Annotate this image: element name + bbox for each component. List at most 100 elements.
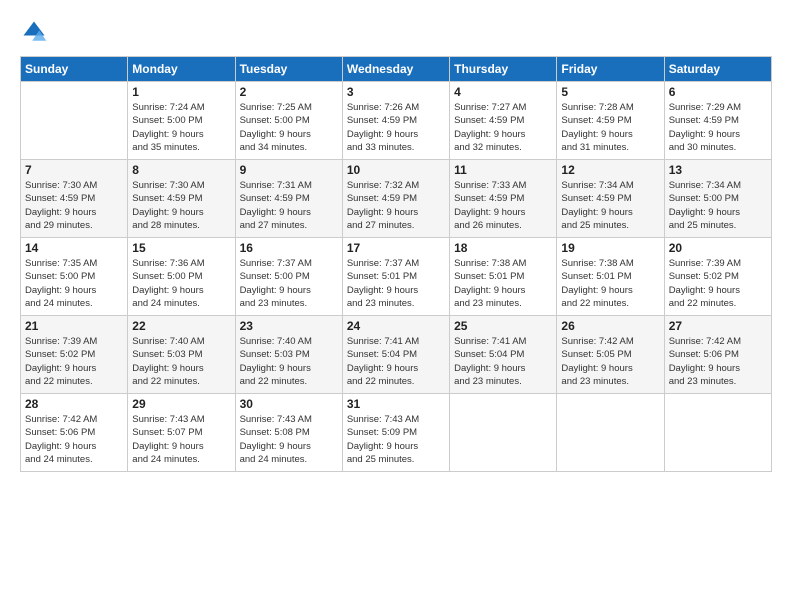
- cell-content: Sunrise: 7:37 AMSunset: 5:01 PMDaylight:…: [347, 257, 445, 310]
- calendar-cell: 21 Sunrise: 7:39 AMSunset: 5:02 PMDayligh…: [21, 316, 128, 394]
- cell-content: Sunrise: 7:39 AMSunset: 5:02 PMDaylight:…: [669, 257, 767, 310]
- logo: [20, 18, 52, 46]
- day-number: 5: [561, 85, 659, 99]
- calendar-cell: 1 Sunrise: 7:24 AMSunset: 5:00 PMDaylight…: [128, 82, 235, 160]
- day-number: 19: [561, 241, 659, 255]
- calendar-cell: 26 Sunrise: 7:42 AMSunset: 5:05 PMDayligh…: [557, 316, 664, 394]
- day-number: 14: [25, 241, 123, 255]
- calendar-cell: 7Sunrise: 7:30 AMSunset: 4:59 PMDaylight…: [21, 160, 128, 238]
- calendar-cell: 14 Sunrise: 7:35 AMSunset: 5:00 PMDayligh…: [21, 238, 128, 316]
- day-number: 29: [132, 397, 230, 411]
- calendar-cell: 6 Sunrise: 7:29 AMSunset: 4:59 PMDaylight…: [664, 82, 771, 160]
- calendar-cell: 27 Sunrise: 7:42 AMSunset: 5:06 PMDayligh…: [664, 316, 771, 394]
- calendar-cell: 30 Sunrise: 7:43 AMSunset: 5:08 PMDayligh…: [235, 394, 342, 472]
- calendar-cell: 28 Sunrise: 7:42 AMSunset: 5:06 PMDayligh…: [21, 394, 128, 472]
- day-number: 17: [347, 241, 445, 255]
- day-number: 4: [454, 85, 552, 99]
- week-row-1: 1 Sunrise: 7:24 AMSunset: 5:00 PMDaylight…: [21, 82, 772, 160]
- cell-content: Sunrise: 7:41 AMSunset: 5:04 PMDaylight:…: [454, 335, 552, 388]
- day-number: 6: [669, 85, 767, 99]
- cell-content: Sunrise: 7:41 AMSunset: 5:04 PMDaylight:…: [347, 335, 445, 388]
- cell-content: Sunrise: 7:42 AMSunset: 5:06 PMDaylight:…: [669, 335, 767, 388]
- day-number: 30: [240, 397, 338, 411]
- cell-content: Sunrise: 7:37 AMSunset: 5:00 PMDaylight:…: [240, 257, 338, 310]
- cell-content: Sunrise: 7:43 AMSunset: 5:09 PMDaylight:…: [347, 413, 445, 466]
- cell-content: Sunrise: 7:32 AMSunset: 4:59 PMDaylight:…: [347, 179, 445, 232]
- day-number: 13: [669, 163, 767, 177]
- cell-content: Sunrise: 7:26 AMSunset: 4:59 PMDaylight:…: [347, 101, 445, 154]
- week-row-4: 21 Sunrise: 7:39 AMSunset: 5:02 PMDayligh…: [21, 316, 772, 394]
- cell-content: Sunrise: 7:27 AMSunset: 4:59 PMDaylight:…: [454, 101, 552, 154]
- calendar-cell: [450, 394, 557, 472]
- day-number: 31: [347, 397, 445, 411]
- logo-icon: [20, 18, 48, 46]
- day-number: 1: [132, 85, 230, 99]
- cell-content: Sunrise: 7:35 AMSunset: 5:00 PMDaylight:…: [25, 257, 123, 310]
- column-header-sunday: Sunday: [21, 57, 128, 82]
- calendar-cell: 19 Sunrise: 7:38 AMSunset: 5:01 PMDayligh…: [557, 238, 664, 316]
- day-number: 9: [240, 163, 338, 177]
- day-number: 10: [347, 163, 445, 177]
- day-number: 21: [25, 319, 123, 333]
- cell-content: Sunrise: 7:42 AMSunset: 5:05 PMDaylight:…: [561, 335, 659, 388]
- cell-content: Sunrise: 7:30 AMSunset: 4:59 PMDaylight:…: [132, 179, 230, 232]
- calendar-cell: [557, 394, 664, 472]
- day-number: 22: [132, 319, 230, 333]
- calendar-cell: 4 Sunrise: 7:27 AMSunset: 4:59 PMDaylight…: [450, 82, 557, 160]
- column-header-thursday: Thursday: [450, 57, 557, 82]
- cell-content: Sunrise: 7:28 AMSunset: 4:59 PMDaylight:…: [561, 101, 659, 154]
- calendar-cell: [21, 82, 128, 160]
- column-header-tuesday: Tuesday: [235, 57, 342, 82]
- day-number: 18: [454, 241, 552, 255]
- cell-content: Sunrise: 7:25 AMSunset: 5:00 PMDaylight:…: [240, 101, 338, 154]
- day-number: 28: [25, 397, 123, 411]
- column-header-saturday: Saturday: [664, 57, 771, 82]
- calendar-cell: 2 Sunrise: 7:25 AMSunset: 5:00 PMDaylight…: [235, 82, 342, 160]
- calendar-cell: 9 Sunrise: 7:31 AMSunset: 4:59 PMDaylight…: [235, 160, 342, 238]
- cell-content: Sunrise: 7:38 AMSunset: 5:01 PMDaylight:…: [454, 257, 552, 310]
- column-header-wednesday: Wednesday: [342, 57, 449, 82]
- calendar-cell: [664, 394, 771, 472]
- day-number: 8: [132, 163, 230, 177]
- calendar-cell: 10 Sunrise: 7:32 AMSunset: 4:59 PMDayligh…: [342, 160, 449, 238]
- calendar-cell: 22 Sunrise: 7:40 AMSunset: 5:03 PMDayligh…: [128, 316, 235, 394]
- day-number: 25: [454, 319, 552, 333]
- day-number: 2: [240, 85, 338, 99]
- cell-content: Sunrise: 7:43 AMSunset: 5:08 PMDaylight:…: [240, 413, 338, 466]
- day-number: 26: [561, 319, 659, 333]
- cell-content: Sunrise: 7:42 AMSunset: 5:06 PMDaylight:…: [25, 413, 123, 466]
- calendar-cell: 23Sunrise: 7:40 AMSunset: 5:03 PMDayligh…: [235, 316, 342, 394]
- calendar-cell: 29 Sunrise: 7:43 AMSunset: 5:07 PMDayligh…: [128, 394, 235, 472]
- day-number: 11: [454, 163, 552, 177]
- calendar-cell: 5 Sunrise: 7:28 AMSunset: 4:59 PMDaylight…: [557, 82, 664, 160]
- day-number: 27: [669, 319, 767, 333]
- day-number: 16: [240, 241, 338, 255]
- calendar-cell: 16 Sunrise: 7:37 AMSunset: 5:00 PMDayligh…: [235, 238, 342, 316]
- calendar-cell: 13 Sunrise: 7:34 AMSunset: 5:00 PMDayligh…: [664, 160, 771, 238]
- day-number: 3: [347, 85, 445, 99]
- day-number: 12: [561, 163, 659, 177]
- cell-content: Sunrise: 7:38 AMSunset: 5:01 PMDaylight:…: [561, 257, 659, 310]
- cell-content: Sunrise: 7:39 AMSunset: 5:02 PMDaylight:…: [25, 335, 123, 388]
- cell-content: Sunrise: 7:29 AMSunset: 4:59 PMDaylight:…: [669, 101, 767, 154]
- cell-content: Sunrise: 7:43 AMSunset: 5:07 PMDaylight:…: [132, 413, 230, 466]
- calendar-cell: 17 Sunrise: 7:37 AMSunset: 5:01 PMDayligh…: [342, 238, 449, 316]
- calendar-cell: 15Sunrise: 7:36 AMSunset: 5:00 PMDayligh…: [128, 238, 235, 316]
- cell-content: Sunrise: 7:31 AMSunset: 4:59 PMDaylight:…: [240, 179, 338, 232]
- calendar-cell: 18 Sunrise: 7:38 AMSunset: 5:01 PMDayligh…: [450, 238, 557, 316]
- week-row-5: 28 Sunrise: 7:42 AMSunset: 5:06 PMDayligh…: [21, 394, 772, 472]
- cell-content: Sunrise: 7:34 AMSunset: 4:59 PMDaylight:…: [561, 179, 659, 232]
- day-number: 15: [132, 241, 230, 255]
- column-header-monday: Monday: [128, 57, 235, 82]
- header-row: SundayMondayTuesdayWednesdayThursdayFrid…: [21, 57, 772, 82]
- cell-content: Sunrise: 7:24 AMSunset: 5:00 PMDaylight:…: [132, 101, 230, 154]
- calendar-cell: 20Sunrise: 7:39 AMSunset: 5:02 PMDayligh…: [664, 238, 771, 316]
- cell-content: Sunrise: 7:40 AMSunset: 5:03 PMDaylight:…: [132, 335, 230, 388]
- cell-content: Sunrise: 7:34 AMSunset: 5:00 PMDaylight:…: [669, 179, 767, 232]
- calendar-cell: 8 Sunrise: 7:30 AMSunset: 4:59 PMDaylight…: [128, 160, 235, 238]
- cell-content: Sunrise: 7:30 AMSunset: 4:59 PMDaylight:…: [25, 179, 123, 232]
- calendar-cell: 11 Sunrise: 7:33 AMSunset: 4:59 PMDayligh…: [450, 160, 557, 238]
- page-header: [20, 18, 772, 46]
- calendar-cell: 12 Sunrise: 7:34 AMSunset: 4:59 PMDayligh…: [557, 160, 664, 238]
- cell-content: Sunrise: 7:33 AMSunset: 4:59 PMDaylight:…: [454, 179, 552, 232]
